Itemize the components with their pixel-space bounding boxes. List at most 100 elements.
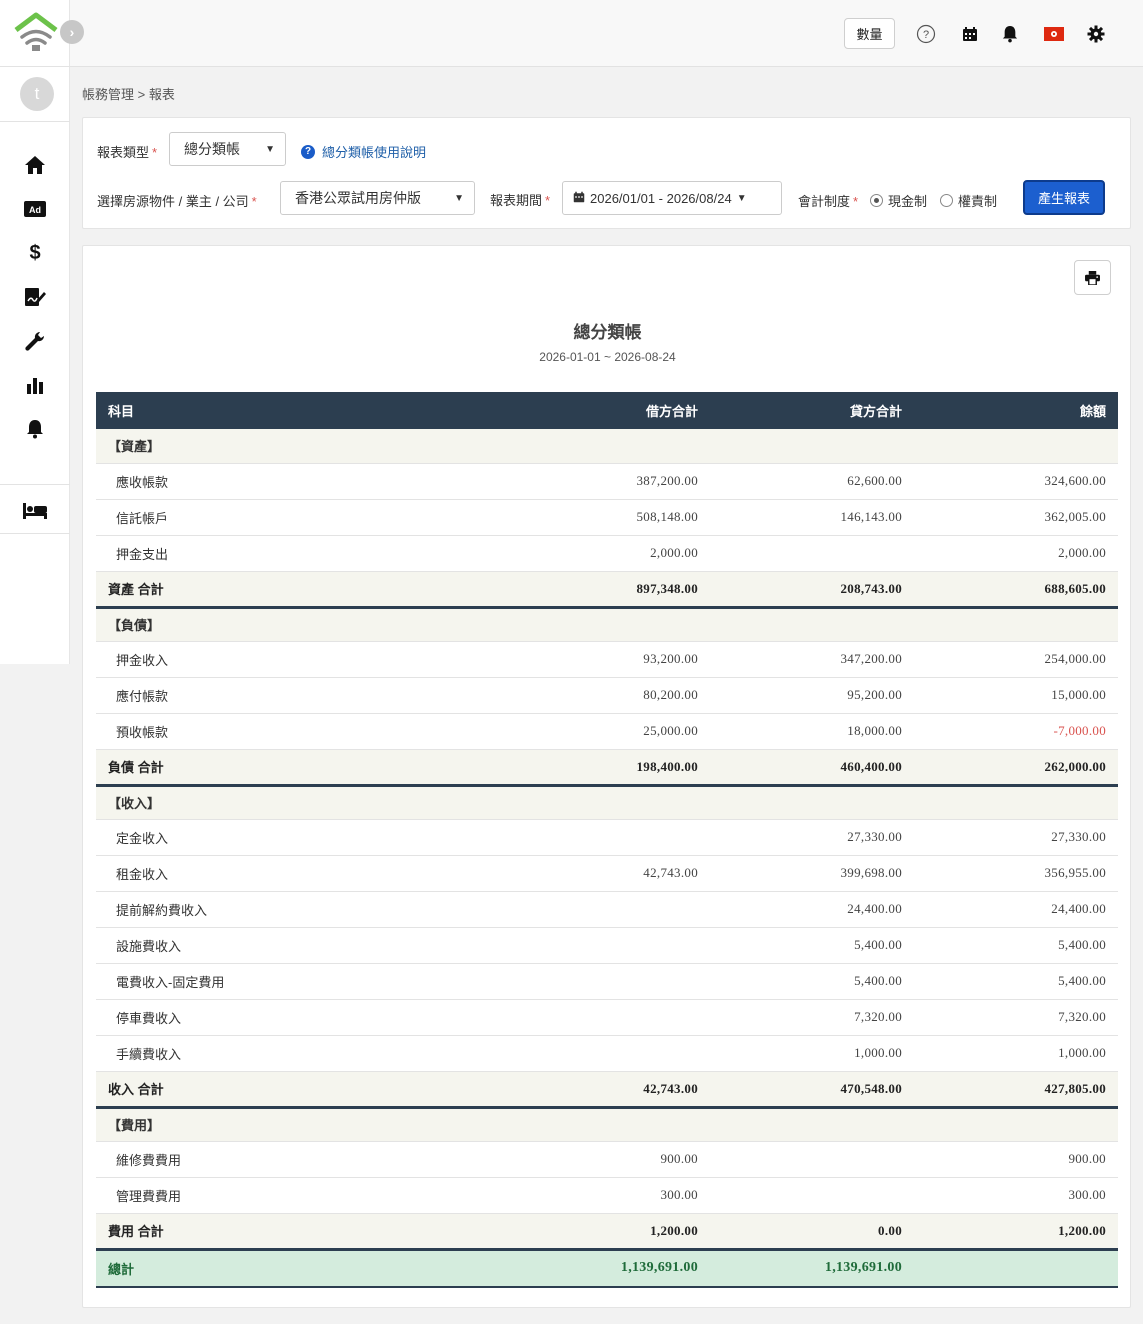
credit-cell: 460,400.00 xyxy=(710,749,914,787)
debit-cell: 198,400.00 xyxy=(506,749,710,787)
subtotal-row: 費用 合計 1,200.00 0.00 1,200.00 xyxy=(96,1213,1118,1251)
calendar-icon xyxy=(573,191,585,206)
table-row: 信託帳戶 508,148.00 146,143.00 362,005.00 xyxy=(96,499,1118,536)
help-link[interactable]: ? 總分類帳使用說明 xyxy=(301,142,426,161)
credit-cell xyxy=(710,1177,914,1214)
print-button[interactable] xyxy=(1074,260,1111,295)
wrench-icon[interactable] xyxy=(23,329,47,353)
property-value: 香港公眾試用房仲版 xyxy=(295,190,421,206)
credit-cell: 0.00 xyxy=(710,1213,914,1251)
report-panel: 總分類帳 2026-01-01 ~ 2026-08-24 科目 借方合計 貸方合… xyxy=(82,245,1131,1308)
report-title: 總分類帳 xyxy=(573,323,642,342)
credit-cell: 95,200.00 xyxy=(710,677,914,714)
caret-down-icon: ▼ xyxy=(736,192,747,204)
debit-cell: 900.00 xyxy=(506,1141,710,1178)
credit-cell: 1,000.00 xyxy=(710,1035,914,1072)
debit-cell: 80,200.00 xyxy=(506,677,710,714)
table-row: 電費收入-固定費用 5,400.00 5,400.00 xyxy=(96,963,1118,1000)
svg-text:Ad: Ad xyxy=(29,205,41,215)
sidebar-divider xyxy=(0,121,70,122)
credit-cell: 470,548.00 xyxy=(710,1071,914,1109)
table-row: 押金收入 93,200.00 347,200.00 254,000.00 xyxy=(96,641,1118,678)
balance-cell: 688,605.00 xyxy=(914,571,1118,609)
report-filter-panel: 報表類型 * 總分類帳 ▼ ? 總分類帳使用說明 選擇房源物件 / 業主 / 公司… xyxy=(82,117,1131,229)
logo-icon[interactable] xyxy=(14,12,58,54)
credit-cell: 24,400.00 xyxy=(710,891,914,928)
column-header-balance: 餘額 xyxy=(914,392,1118,429)
balance-cell: 324,600.00 xyxy=(914,463,1118,500)
debit-cell: 1,139,691.00 xyxy=(506,1248,710,1288)
section-title: 【資產】 xyxy=(96,429,1118,464)
grand-total-row: 總計 1,139,691.00 1,139,691.00 xyxy=(96,1248,1118,1288)
account-name: 提前解約費收入 xyxy=(96,891,506,928)
debit-cell: 300.00 xyxy=(506,1177,710,1214)
debit-cell: 93,200.00 xyxy=(506,641,710,678)
subtotal-row: 收入 合計 42,743.00 470,548.00 427,805.00 xyxy=(96,1071,1118,1109)
dollar-icon[interactable]: $ xyxy=(23,241,47,265)
bar-chart-icon[interactable] xyxy=(23,373,47,397)
subtotal-label: 費用 合計 xyxy=(96,1213,506,1251)
gear-icon[interactable] xyxy=(1085,23,1107,45)
sidebar-divider xyxy=(0,484,70,485)
balance-cell: 27,330.00 xyxy=(914,819,1118,856)
credit-cell: 62,600.00 xyxy=(710,463,914,500)
cash-basis-radio[interactable]: 現金制 xyxy=(870,191,927,210)
chevron-down-icon: ▼ xyxy=(454,192,464,204)
table-row: 租金收入 42,743.00 399,698.00 356,955.00 xyxy=(96,855,1118,892)
bed-icon[interactable] xyxy=(23,499,47,523)
account-name: 押金收入 xyxy=(96,641,506,678)
help-icon[interactable]: ? xyxy=(915,23,937,45)
home-icon[interactable] xyxy=(23,153,47,177)
section-title: 【收入】 xyxy=(96,785,1118,820)
property-label: 選擇房源物件 / 業主 / 公司 * xyxy=(97,194,257,209)
credit-cell: 208,743.00 xyxy=(710,571,914,609)
table-row: 押金支出 2,000.00 2,000.00 xyxy=(96,535,1118,572)
table-row: 提前解約費收入 24,400.00 24,400.00 xyxy=(96,891,1118,928)
balance-cell: 5,400.00 xyxy=(914,963,1118,1000)
table-row: 應付帳款 80,200.00 95,200.00 15,000.00 xyxy=(96,677,1118,714)
top-bar xyxy=(70,0,1143,67)
property-select[interactable]: 香港公眾試用房仲版 ▼ xyxy=(280,181,475,215)
table-row: 手續費收入 1,000.00 1,000.00 xyxy=(96,1035,1118,1072)
printer-icon xyxy=(1085,270,1100,285)
account-name: 手續費收入 xyxy=(96,1035,506,1072)
notification-bell-icon[interactable] xyxy=(999,23,1021,45)
general-ledger-table: 科目 借方合計 貸方合計 餘額 【資產】 應收帳款 387,200.00 62,600… xyxy=(96,392,1118,1288)
avatar[interactable]: t xyxy=(20,77,54,111)
report-type-select[interactable]: 總分類帳 ▼ xyxy=(169,132,286,166)
sidebar-toggle-button[interactable]: › xyxy=(60,20,84,44)
credit-cell xyxy=(710,1141,914,1178)
hong-kong-flag-icon[interactable] xyxy=(1043,23,1065,45)
generate-report-button[interactable]: 產生報表 xyxy=(1023,180,1105,215)
debit-cell xyxy=(506,819,710,856)
accrual-basis-radio[interactable]: 權責制 xyxy=(940,191,997,210)
date-range-picker[interactable]: 2026/01/01 - 2026/08/24 ▼ xyxy=(562,181,782,215)
table-row: 應收帳款 387,200.00 62,600.00 324,600.00 xyxy=(96,463,1118,500)
balance-cell: -7,000.00 xyxy=(914,713,1118,750)
signature-icon[interactable] xyxy=(23,285,47,309)
balance-cell: 356,955.00 xyxy=(914,855,1118,892)
account-name: 設施費收入 xyxy=(96,927,506,964)
table-row: 定金收入 27,330.00 27,330.00 xyxy=(96,819,1118,856)
section-header-row: 【費用】 xyxy=(96,1107,1118,1142)
quantity-button[interactable]: 數量 xyxy=(844,18,895,49)
account-name: 管理費費用 xyxy=(96,1177,506,1214)
sidebar: t Ad $ xyxy=(0,0,70,664)
bell-icon[interactable] xyxy=(23,417,47,441)
debit-cell: 42,743.00 xyxy=(506,1071,710,1109)
credit-cell: 347,200.00 xyxy=(710,641,914,678)
account-name: 應收帳款 xyxy=(96,463,506,500)
debit-cell: 42,743.00 xyxy=(506,855,710,892)
column-header-credit: 貸方合計 xyxy=(710,392,914,429)
debit-cell: 2,000.00 xyxy=(506,535,710,572)
calendar-icon[interactable] xyxy=(959,23,981,45)
credit-cell: 5,400.00 xyxy=(710,963,914,1000)
svg-text:?: ? xyxy=(923,29,929,41)
credit-cell: 399,698.00 xyxy=(710,855,914,892)
ad-icon[interactable]: Ad xyxy=(23,197,47,221)
account-name: 租金收入 xyxy=(96,855,506,892)
debit-cell: 25,000.00 xyxy=(506,713,710,750)
subtotal-label: 資產 合計 xyxy=(96,571,506,609)
account-name: 停車費收入 xyxy=(96,999,506,1036)
table-row: 維修費費用 900.00 900.00 xyxy=(96,1141,1118,1178)
